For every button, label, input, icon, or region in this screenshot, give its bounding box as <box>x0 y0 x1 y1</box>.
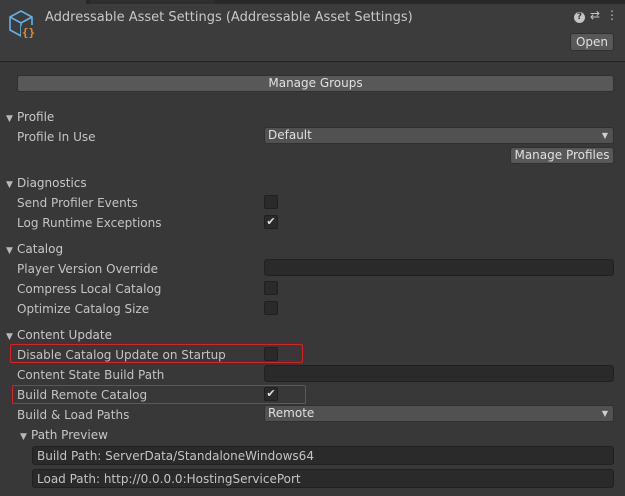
content-state-build-path-label: Content State Build Path <box>17 368 165 382</box>
profile-foldout[interactable]: ▼ Profile <box>6 110 54 124</box>
profile-in-use-label: Profile In Use <box>17 130 96 144</box>
foldout-arrow-icon: ▼ <box>6 114 13 124</box>
catalog-header: Catalog <box>17 242 64 256</box>
send-profiler-events-label: Send Profiler Events <box>17 196 138 210</box>
log-runtime-exceptions-label: Log Runtime Exceptions <box>17 216 162 230</box>
profile-header: Profile <box>17 110 55 124</box>
diagnostics-foldout[interactable]: ▼ Diagnostics <box>6 176 87 190</box>
content-state-build-path-field[interactable] <box>264 365 614 382</box>
build-remote-catalog-checkbox[interactable]: ✔ <box>264 387 278 401</box>
content-update-foldout[interactable]: ▼ Content Update <box>6 328 112 342</box>
load-path-preview-field: Load Path: http://0.0.0.0:HostingService… <box>32 469 614 488</box>
addressable-settings-icon: {} <box>9 10 36 39</box>
more-icon[interactable]: ⋮ <box>606 8 618 22</box>
build-remote-catalog-label: Build Remote Catalog <box>17 388 148 402</box>
diagnostics-header: Diagnostics <box>17 176 87 190</box>
foldout-arrow-icon: ▼ <box>6 246 13 256</box>
checkmark-icon: ✔ <box>266 387 276 400</box>
path-preview-foldout[interactable]: ▼ Path Preview <box>20 428 108 442</box>
inspector-title: Addressable Asset Settings (Addressable … <box>45 10 413 25</box>
path-preview-header: Path Preview <box>31 428 108 442</box>
player-version-override-field[interactable] <box>264 259 614 276</box>
foldout-arrow-icon: ▼ <box>6 332 13 342</box>
help-glyph: ? <box>574 12 585 23</box>
svg-text:{}: {} <box>22 26 35 39</box>
profile-in-use-value: Default <box>268 128 312 142</box>
profile-in-use-dropdown[interactable]: Default ▼ <box>264 127 614 144</box>
foldout-arrow-icon: ▼ <box>6 180 13 190</box>
build-load-paths-value: Remote <box>268 406 315 420</box>
build-path-preview-field: Build Path: ServerData/StandaloneWindows… <box>32 446 614 465</box>
catalog-foldout[interactable]: ▼ Catalog <box>6 242 63 256</box>
disable-catalog-update-label: Disable Catalog Update on Startup <box>17 348 226 362</box>
open-button[interactable]: Open <box>570 33 614 51</box>
chevron-down-icon: ▼ <box>601 131 608 140</box>
manage-groups-button[interactable]: Manage Groups <box>17 75 614 92</box>
help-icon[interactable]: ? <box>574 8 585 23</box>
player-version-override-label: Player Version Override <box>17 262 159 276</box>
presets-icon[interactable]: ⇄ <box>590 8 600 22</box>
disable-catalog-update-checkbox[interactable] <box>264 347 278 361</box>
log-runtime-exceptions-checkbox[interactable]: ✔ <box>264 215 278 229</box>
build-load-paths-dropdown[interactable]: Remote ▼ <box>264 405 614 422</box>
build-load-paths-label: Build & Load Paths <box>17 408 130 422</box>
chevron-down-icon: ▼ <box>601 409 608 418</box>
optimize-catalog-size-checkbox[interactable] <box>264 301 278 315</box>
content-update-header: Content Update <box>17 328 112 342</box>
send-profiler-events-checkbox[interactable] <box>264 195 278 209</box>
compress-local-catalog-checkbox[interactable] <box>264 281 278 295</box>
optimize-catalog-size-label: Optimize Catalog Size <box>17 302 150 316</box>
compress-local-catalog-label: Compress Local Catalog <box>17 282 162 296</box>
foldout-arrow-icon: ▼ <box>20 432 27 442</box>
manage-profiles-button[interactable]: Manage Profiles <box>510 147 614 164</box>
checkmark-icon: ✔ <box>266 215 276 228</box>
